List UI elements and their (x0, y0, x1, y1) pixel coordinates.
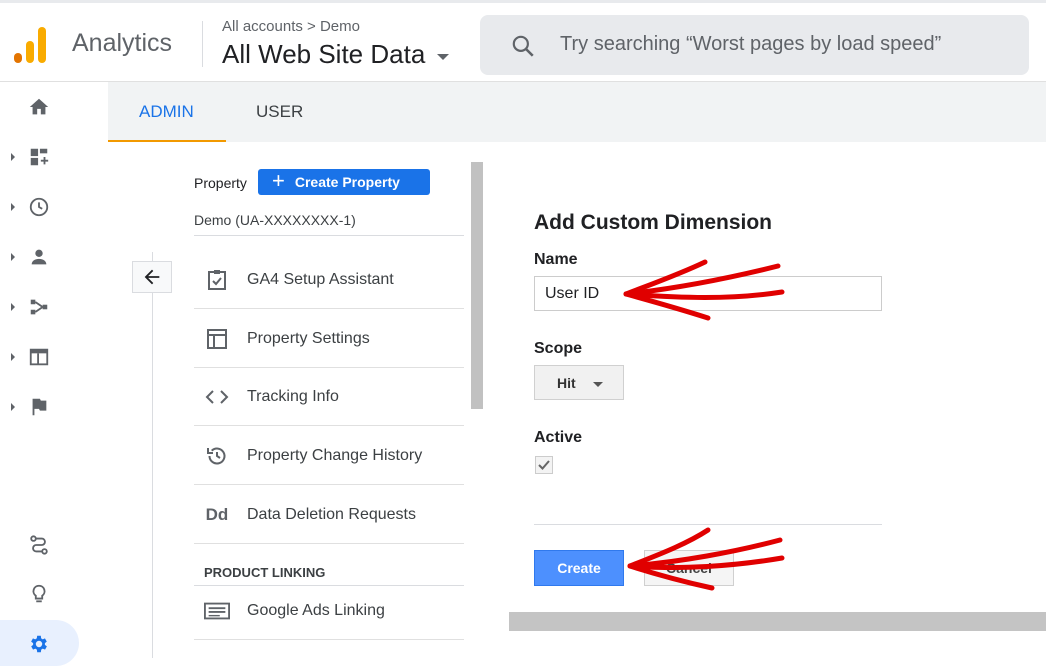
menu-item-data-deletion[interactable]: Dd Data Deletion Requests (194, 486, 464, 544)
nav-customization[interactable] (0, 140, 80, 174)
menu-item-property-settings[interactable]: Property Settings (194, 310, 464, 368)
back-button[interactable] (132, 261, 172, 293)
menu-item-ga4-setup[interactable]: GA4 Setup Assistant (194, 251, 464, 309)
code-icon (204, 384, 230, 410)
expand-arrow-icon (11, 203, 15, 211)
lightbulb-icon (32, 584, 46, 603)
create-property-label: Create Property (294, 174, 400, 190)
expand-arrow-icon (11, 303, 15, 311)
form-divider (534, 524, 882, 525)
checkmark-icon (538, 460, 550, 470)
ads-icon (204, 598, 230, 624)
layout-icon (204, 326, 230, 352)
menu-item-change-history[interactable]: Property Change History (194, 427, 464, 485)
nav-acquisition[interactable] (0, 290, 80, 324)
menu-item-tracking-info[interactable]: Tracking Info (194, 368, 464, 426)
acquisition-icon (30, 299, 48, 315)
menu-item-label: Data Deletion Requests (247, 505, 416, 523)
clipboard-check-icon (204, 267, 230, 293)
nav-attribution[interactable] (0, 528, 80, 562)
view-title: All Web Site Data (222, 39, 426, 69)
plus-icon: + (272, 168, 285, 193)
menu-item-label: Property Change History (247, 446, 423, 464)
active-label: Active (534, 429, 583, 446)
tab-admin[interactable]: ADMIN (139, 102, 194, 122)
create-property-button[interactable]: + Create Property (258, 169, 430, 195)
menu-scrollbar[interactable] (471, 162, 483, 409)
clock-icon (29, 197, 49, 217)
nav-admin[interactable] (0, 627, 80, 661)
arrow-left-icon (144, 269, 160, 285)
menu-item-label: Google Ads Linking (247, 601, 385, 619)
active-checkbox[interactable] (535, 456, 553, 474)
analytics-logo[interactable] (14, 27, 48, 63)
scope-select[interactable]: Hit (534, 365, 624, 400)
menu-item-google-ads-linking[interactable]: Google Ads Linking (194, 582, 464, 640)
horizontal-scrollbar[interactable] (509, 612, 1046, 631)
flag-icon (32, 398, 47, 416)
menu-item-label: Tracking Info (247, 387, 339, 405)
nav-audience[interactable] (0, 240, 80, 274)
search-placeholder: Try searching “Worst pages by load speed… (560, 33, 942, 55)
scope-label: Scope (534, 340, 583, 357)
header-divider (202, 21, 203, 67)
form-title: Add Custom Dimension (534, 211, 773, 234)
dashboard-icon (30, 148, 49, 166)
property-selector[interactable]: Demo (UA-XXXXXXXX-1) (194, 212, 356, 228)
expand-arrow-icon (11, 253, 15, 261)
scope-value: Hit (557, 374, 576, 391)
history-icon (204, 443, 230, 469)
view-selector[interactable]: All Web Site Data (222, 39, 450, 70)
expand-arrow-icon (11, 153, 15, 161)
admin-tabs: ADMIN USER (108, 82, 1046, 142)
search-bar[interactable]: Try searching “Worst pages by load speed… (480, 15, 1029, 75)
name-label: Name (534, 251, 578, 268)
expand-arrow-icon (11, 353, 15, 361)
nav-discover[interactable] (0, 577, 80, 611)
create-button[interactable]: Create (534, 550, 624, 586)
caret-down-icon (593, 382, 603, 387)
product-linking-heading: PRODUCT LINKING (204, 565, 326, 580)
app-name: Analytics (72, 29, 173, 57)
left-nav (0, 82, 80, 666)
menu-item-label: Property Settings (247, 329, 370, 347)
home-icon (29, 98, 49, 115)
property-label: Property (194, 175, 247, 191)
nav-realtime[interactable] (0, 190, 80, 224)
search-icon (512, 35, 534, 57)
dd-icon: Dd (205, 504, 229, 524)
caret-down-icon (437, 53, 450, 60)
breadcrumb[interactable]: All accounts > Demo (222, 18, 360, 35)
tree-line (152, 252, 153, 658)
menu-item-label: GA4 Setup Assistant (247, 270, 394, 288)
name-input[interactable]: User ID (534, 276, 882, 311)
top-bar: Analytics All accounts > Demo All Web Si… (0, 0, 1046, 82)
path-icon (30, 535, 48, 555)
nav-conversions[interactable] (0, 390, 80, 424)
nav-behavior[interactable] (0, 340, 80, 374)
tab-user[interactable]: USER (256, 102, 303, 122)
person-icon (31, 249, 47, 265)
expand-arrow-icon (11, 403, 15, 411)
behavior-icon (29, 348, 49, 366)
cancel-button[interactable]: Cancel (644, 550, 734, 586)
nav-home[interactable] (0, 90, 80, 124)
gear-icon (31, 635, 47, 653)
property-divider (194, 235, 464, 236)
